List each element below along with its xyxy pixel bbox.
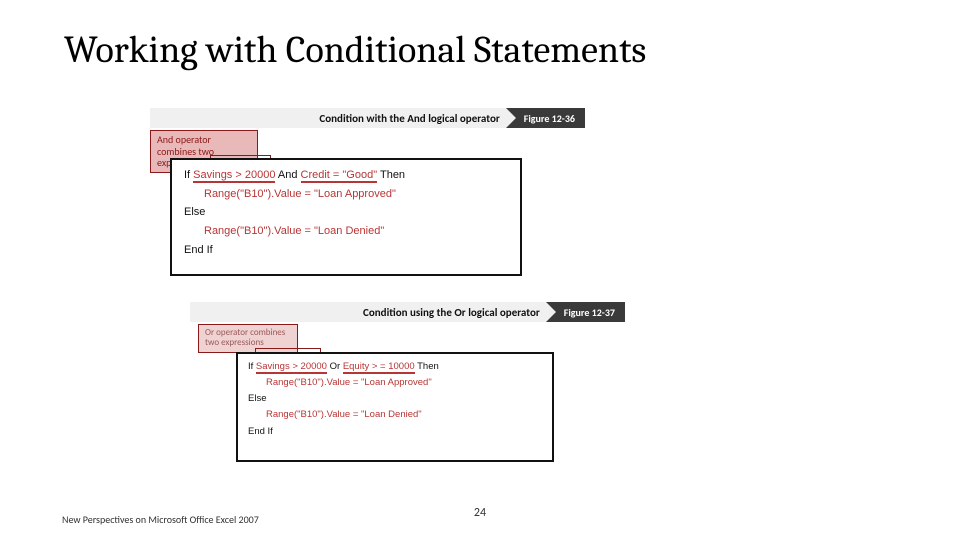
code-line: Range("B10").Value = "Loan Approved" <box>248 375 542 391</box>
figure-header: Condition with the And logical operator … <box>150 108 585 128</box>
code-line: Else <box>248 391 542 407</box>
figure-header: Condition using the Or logical operator … <box>190 302 625 322</box>
code-line: Range("B10").Value = "Loan Denied" <box>248 407 542 423</box>
figure-tag: Figure 12-37 <box>546 302 625 322</box>
code-line: If Savings > 20000 And Credit = "Good" T… <box>184 166 508 185</box>
footer-source: New Perspectives on Microsoft Office Exc… <box>62 514 259 526</box>
code-line: Range("B10").Value = "Loan Denied" <box>184 222 508 241</box>
code-line: Else <box>184 203 508 222</box>
figure-tag: Figure 12-36 <box>506 108 585 128</box>
arrow-line <box>210 155 270 156</box>
figure-caption: Condition using the Or logical operator <box>363 306 546 319</box>
arrow-line <box>255 348 320 349</box>
code-line: End If <box>184 241 508 260</box>
page-title: Working with Conditional Statements <box>64 28 646 72</box>
code-line: Range("B10").Value = "Loan Approved" <box>184 185 508 204</box>
page-number: 24 <box>474 506 486 520</box>
figure-12-37: Condition using the Or logical operator … <box>190 302 625 322</box>
figure-12-36: Condition with the And logical operator … <box>150 108 585 128</box>
code-line: If Savings > 20000 Or Equity > = 10000 T… <box>248 359 542 375</box>
code-block-figure-2: If Savings > 20000 Or Equity > = 10000 T… <box>236 352 554 462</box>
slide: Working with Conditional Statements Cond… <box>0 0 960 540</box>
code-line: End If <box>248 424 542 440</box>
figure-caption: Condition with the And logical operator <box>319 112 505 125</box>
code-block-figure-1: If Savings > 20000 And Credit = "Good" T… <box>170 158 522 276</box>
